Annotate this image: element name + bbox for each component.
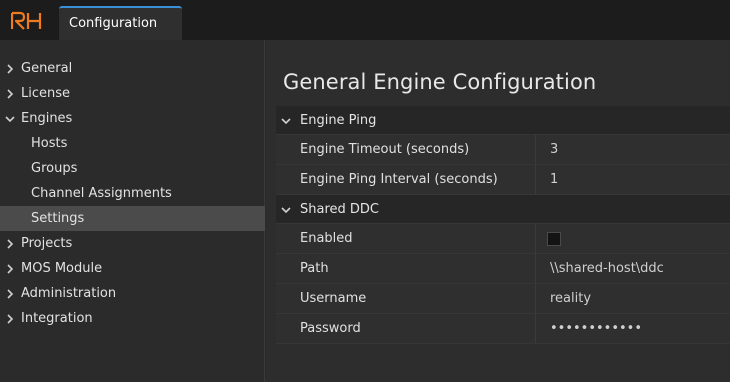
property-label: Enabled — [300, 231, 353, 246]
section-header-shared-ddc[interactable]: Shared DDC — [276, 195, 730, 224]
sidebar-item-label: Hosts — [31, 136, 68, 151]
property-label: Password — [300, 321, 361, 336]
nav-tree: General License Engines Hosts Groups Cha… — [0, 56, 265, 331]
rh-logo-icon — [10, 11, 42, 30]
chevron-right-icon[interactable] — [5, 231, 15, 256]
sidebar-item-label: Engines — [21, 111, 73, 126]
enabled-checkbox[interactable] — [547, 232, 561, 246]
chevron-right-icon[interactable] — [5, 281, 15, 306]
column-divider — [535, 254, 536, 283]
column-divider — [535, 314, 536, 343]
property-row: Engine Ping Interval (seconds) 1 — [276, 165, 730, 195]
rh-logo[interactable] — [10, 11, 43, 31]
property-label: Engine Ping Interval (seconds) — [300, 172, 498, 187]
path-field[interactable]: \\shared-host\ddc — [550, 254, 664, 284]
chevron-right-icon[interactable] — [5, 256, 15, 281]
column-divider — [535, 284, 536, 313]
section-title: Shared DDC — [300, 202, 379, 217]
sidebar-item-label: License — [21, 86, 71, 101]
property-label: Engine Timeout (seconds) — [300, 142, 470, 157]
property-label: Username — [300, 291, 367, 306]
sidebar-item-label: Administration — [21, 286, 117, 301]
sidebar-item-license[interactable]: License — [0, 81, 265, 106]
sidebar-item-engines[interactable]: Engines — [0, 106, 265, 131]
sidebar-item-label: Channel Assignments — [31, 186, 172, 201]
column-divider — [535, 165, 536, 194]
engine-timeout-field[interactable]: 3 — [550, 135, 558, 165]
property-row: Path \\shared-host\ddc — [276, 254, 730, 284]
sidebar-item-label: Groups — [31, 161, 78, 176]
sidebar-item-hosts[interactable]: Hosts — [0, 131, 265, 156]
sidebar-item-channel-assignments[interactable]: Channel Assignments — [0, 181, 265, 206]
chevron-right-icon[interactable] — [5, 306, 15, 331]
sidebar-item-general[interactable]: General — [0, 56, 265, 81]
password-field[interactable]: •••••••••••• — [550, 314, 642, 344]
sidebar-item-groups[interactable]: Groups — [0, 156, 265, 181]
chevron-down-icon[interactable] — [281, 195, 291, 224]
sidebar-item-mos-module[interactable]: MOS Module — [0, 256, 265, 281]
engine-ping-interval-field[interactable]: 1 — [550, 165, 558, 195]
chevron-right-icon[interactable] — [5, 56, 15, 81]
sidebar-item-label: Projects — [21, 236, 73, 251]
sidebar-item-label: Settings — [31, 211, 85, 226]
username-field[interactable]: reality — [550, 284, 591, 314]
main-panel: General Engine Configuration Engine Ping… — [266, 40, 730, 382]
tab-configuration[interactable]: Configuration — [59, 6, 182, 40]
section-title: Engine Ping — [300, 113, 377, 128]
top-bar: Configuration — [0, 0, 730, 40]
column-divider — [535, 135, 536, 164]
property-label: Path — [300, 261, 329, 276]
sidebar-item-label: MOS Module — [21, 261, 103, 276]
chevron-right-icon[interactable] — [5, 81, 15, 106]
property-row: Engine Timeout (seconds) 3 — [276, 135, 730, 165]
page-title: General Engine Configuration — [283, 70, 597, 94]
chevron-down-icon[interactable] — [281, 106, 291, 135]
sidebar-item-label: General — [21, 61, 73, 76]
property-grid: Engine Ping Engine Timeout (seconds) 3 E… — [276, 106, 730, 344]
sidebar-item-administration[interactable]: Administration — [0, 281, 265, 306]
sidebar-item-projects[interactable]: Projects — [0, 231, 265, 256]
sidebar-item-settings[interactable]: Settings — [0, 206, 265, 231]
section-header-engine-ping[interactable]: Engine Ping — [276, 106, 730, 135]
column-divider — [535, 224, 536, 253]
sidebar: General License Engines Hosts Groups Cha… — [0, 40, 265, 382]
property-row: Username reality — [276, 284, 730, 314]
property-row: Enabled — [276, 224, 730, 254]
property-row: Password •••••••••••• — [276, 314, 730, 344]
sidebar-item-label: Integration — [21, 311, 93, 326]
sidebar-item-integration[interactable]: Integration — [0, 306, 265, 331]
chevron-down-icon[interactable] — [5, 106, 15, 131]
